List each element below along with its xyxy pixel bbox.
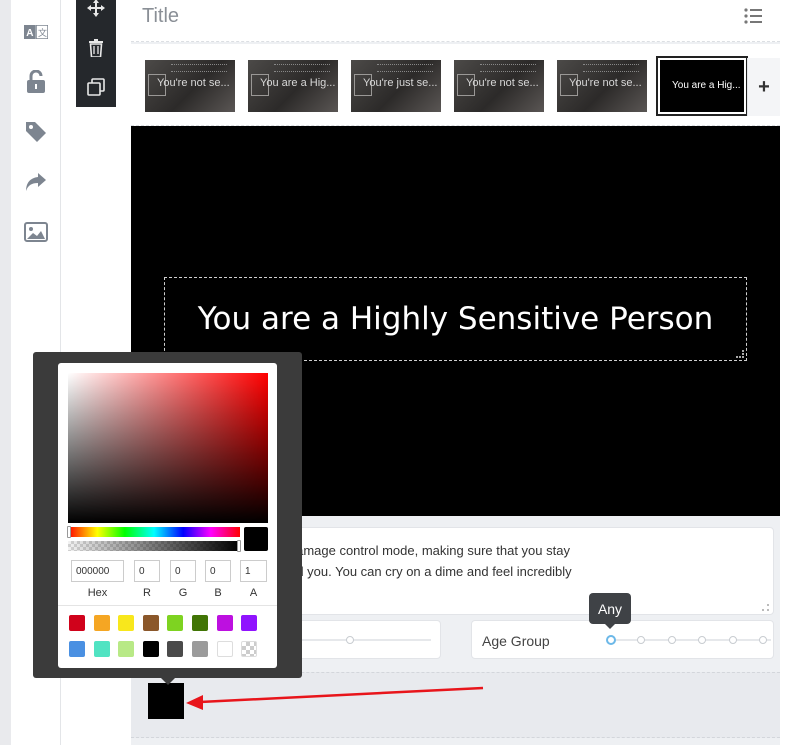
slide-thumbnail[interactable]: You are a Hig... (248, 60, 338, 112)
age-group-stop[interactable] (759, 636, 767, 644)
thumbnail-text: You're not se... (157, 77, 230, 89)
r-label: R (143, 587, 151, 599)
trash-icon[interactable] (86, 38, 106, 58)
age-group-stop[interactable] (637, 636, 646, 644)
hex-input[interactable]: 000000 (71, 560, 124, 582)
slide-headline: You are a Highly Sensitive Person (197, 301, 714, 337)
thumbnail-text: You're not se... (466, 77, 539, 89)
thumbnail-text: You're just se... (363, 77, 438, 89)
preset-swatch[interactable] (93, 615, 110, 631)
title-bar: Title (131, 0, 780, 42)
g-label: G (178, 587, 188, 599)
b-input[interactable]: 0 (205, 560, 231, 582)
move-icon[interactable] (86, 0, 106, 18)
age-group-stop[interactable] (698, 636, 707, 644)
hue-slider[interactable] (67, 526, 240, 538)
resize-handle[interactable] (736, 350, 744, 358)
preset-swatch[interactable] (118, 641, 135, 657)
unlock-icon[interactable] (24, 70, 48, 94)
color-preview (244, 527, 268, 551)
age-group-stop[interactable] (606, 635, 616, 645)
slide-thumbnail[interactable]: You're not se... (145, 60, 235, 112)
a-label: A (249, 587, 258, 599)
background-color-zone (131, 672, 780, 738)
preset-swatch[interactable] (167, 615, 184, 631)
preset-swatch[interactable] (241, 641, 258, 657)
alpha-handle[interactable] (237, 540, 241, 552)
picker-divider (58, 605, 277, 606)
preset-swatch[interactable] (192, 641, 208, 657)
alpha-slider[interactable] (68, 540, 241, 552)
preset-swatch[interactable] (216, 615, 233, 631)
preset-swatch[interactable] (69, 615, 85, 631)
g-input[interactable]: 0 (170, 560, 196, 582)
b-label: B (214, 587, 222, 599)
preset-swatch[interactable] (167, 641, 184, 657)
headline-textbox[interactable]: You are a Highly Sensitive Person (164, 277, 747, 361)
color-picker: 000000 0 0 0 1 Hex R G B A (58, 363, 277, 668)
add-slide-button[interactable]: + (747, 58, 780, 116)
age-group-label: Age Group (482, 633, 550, 649)
slide-thumbnail[interactable]: You're not se... (454, 60, 544, 112)
color-swatch-button[interactable] (148, 683, 184, 719)
slide-thumbnails: You're not se... You are a Hig... You're… (131, 44, 780, 126)
preset-swatch[interactable] (192, 615, 208, 631)
preset-swatch[interactable] (69, 641, 85, 657)
tag-icon[interactable] (24, 120, 48, 144)
slide-thumbnail[interactable]: You're not se... (557, 60, 647, 112)
slider-track[interactable] (291, 636, 431, 644)
preset-swatch[interactable] (216, 641, 233, 657)
element-tools (76, 0, 116, 107)
thumbnail-text: You are a Hig... (672, 80, 741, 91)
thumbnail-text: You're not se... (569, 77, 642, 89)
hue-handle[interactable] (67, 526, 71, 538)
duplicate-icon[interactable] (86, 77, 106, 97)
thumbnail-text: You are a Hig... (260, 77, 336, 89)
list-icon[interactable] (744, 8, 762, 24)
left-edge-strip (0, 0, 11, 745)
slider-stop[interactable] (346, 636, 354, 644)
a-input[interactable]: 1 (240, 560, 267, 582)
slide-thumbnail-active[interactable]: You are a Hig... (656, 56, 748, 116)
svg-text:A: A (26, 28, 33, 39)
saturation-field[interactable] (68, 373, 268, 523)
title-label[interactable]: Title (142, 5, 179, 28)
slide-thumbnail[interactable]: You're just se... (351, 60, 441, 112)
age-group-slider[interactable] (606, 635, 771, 645)
svg-text:文: 文 (38, 27, 47, 38)
preset-swatch[interactable] (142, 641, 159, 657)
image-icon[interactable] (24, 220, 48, 244)
age-group-card: Age Group (471, 620, 774, 659)
translate-icon[interactable]: A文 (24, 20, 48, 44)
age-group-stop[interactable] (667, 636, 676, 644)
editor-screen: A文 Title You're not se... You are a Hig.… (0, 0, 796, 745)
preset-swatch[interactable] (118, 615, 135, 631)
age-group-tooltip: Any (589, 593, 631, 629)
hex-label: Hex (87, 587, 108, 599)
preset-swatch[interactable] (142, 615, 159, 631)
textarea-resize-grip[interactable] (762, 604, 769, 611)
preset-swatch[interactable] (241, 615, 258, 631)
preset-swatch[interactable] (93, 641, 110, 657)
age-group-stop[interactable] (728, 636, 737, 644)
r-input[interactable]: 0 (134, 560, 160, 582)
plus-icon: + (758, 75, 770, 98)
share-icon[interactable] (24, 170, 48, 194)
